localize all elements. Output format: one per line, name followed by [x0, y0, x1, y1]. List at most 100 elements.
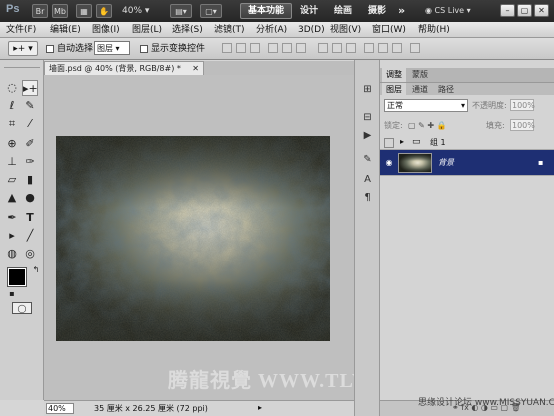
menu-window[interactable]: 窗口(W): [372, 23, 406, 37]
menu-bar: 文件(F) 编辑(E) 图像(I) 图层(L) 选择(S) 滤镜(T) 分析(A…: [0, 22, 554, 38]
swap-colors-icon[interactable]: ↰: [28, 262, 44, 278]
menu-image[interactable]: 图像(I): [92, 23, 120, 37]
align-right-icon[interactable]: [296, 43, 306, 53]
tab-channels[interactable]: 通道: [408, 83, 432, 96]
brush-panel-icon[interactable]: ✎: [360, 152, 375, 167]
zoom-level-select[interactable]: 40% ▾: [122, 4, 164, 18]
quick-mask-icon[interactable]: ◯: [12, 302, 32, 314]
character-panel-icon[interactable]: A: [360, 172, 375, 187]
distribute-top-icon[interactable]: [318, 43, 328, 53]
menu-select[interactable]: 选择(S): [172, 23, 203, 37]
menu-view[interactable]: 视图(V): [330, 23, 361, 37]
maximize-button[interactable]: ▢: [517, 4, 532, 17]
lock-label: 锁定:: [384, 121, 403, 130]
menu-analysis[interactable]: 分析(A): [256, 23, 287, 37]
blend-mode-select[interactable]: 正常 ▾: [384, 99, 468, 112]
crop-tool-icon[interactable]: ⌗: [4, 116, 20, 132]
line-tool-icon[interactable]: ╱: [22, 228, 38, 244]
align-left-icon[interactable]: [268, 43, 278, 53]
workspace-design-link[interactable]: 设计: [300, 3, 318, 19]
default-colors-icon[interactable]: ▪: [4, 286, 20, 302]
dodge-tool-icon[interactable]: ●: [22, 190, 38, 206]
3d-rotate-tool-icon[interactable]: ◍: [4, 246, 20, 262]
align-hcenter-icon[interactable]: [282, 43, 292, 53]
arrange-documents-icon[interactable]: ▤▾: [170, 4, 192, 18]
hand-tool-icon[interactable]: ✋: [96, 4, 112, 18]
menu-filter[interactable]: 滤镜(T): [214, 23, 245, 37]
distribute-hcenter-icon[interactable]: [378, 43, 388, 53]
toolbox-grip[interactable]: [4, 62, 40, 68]
wall-texture-image[interactable]: [56, 136, 330, 341]
workspace-photography-link[interactable]: 摄影: [368, 3, 386, 19]
workspace-essentials-button[interactable]: 基本功能: [240, 3, 292, 19]
actions-panel-icon[interactable]: ▶: [360, 128, 375, 143]
lock-icons[interactable]: ▢ ✎ ✚ 🔒: [408, 120, 447, 132]
fill-label: 填充:: [486, 121, 505, 130]
auto-select-checkbox[interactable]: [46, 45, 54, 53]
fill-field[interactable]: 100%: [510, 119, 535, 131]
close-button[interactable]: ✕: [534, 4, 549, 17]
paragraph-panel-icon[interactable]: ¶: [360, 190, 375, 205]
quick-selection-tool-icon[interactable]: ✎: [22, 98, 38, 114]
tab-adjustments[interactable]: 调整: [382, 68, 406, 82]
clone-stamp-tool-icon[interactable]: ⊥: [4, 154, 20, 170]
type-tool-icon[interactable]: T: [22, 210, 38, 226]
path-selection-tool-icon[interactable]: ▸: [4, 228, 20, 244]
tab-layers[interactable]: 图层: [382, 83, 406, 96]
layer-row-background[interactable]: ◉ 背景 ▪: [380, 150, 554, 176]
screen-mode-icon[interactable]: ▢▾: [200, 4, 222, 18]
mini-bridge-icon[interactable]: Mb: [52, 4, 68, 18]
cs-live-button[interactable]: ◉ CS Live ▾: [425, 4, 495, 18]
opacity-field[interactable]: 100%: [510, 99, 535, 111]
auto-align-layers-icon[interactable]: [410, 43, 420, 53]
brush-tool-icon[interactable]: ✐: [22, 136, 38, 152]
marquee-tool-icon[interactable]: ◌: [4, 80, 20, 96]
lasso-tool-icon[interactable]: ℓ: [4, 98, 20, 114]
pen-tool-icon[interactable]: ✒: [4, 210, 20, 226]
status-zoom-field[interactable]: 40%: [46, 403, 74, 414]
document-tab[interactable]: 墙面.psd @ 40% (背景, RGB/8#) * ✕: [44, 61, 204, 75]
eraser-tool-icon[interactable]: ▱: [4, 172, 20, 188]
distribute-right-icon[interactable]: [392, 43, 402, 53]
align-vcenter-icon[interactable]: [236, 43, 246, 53]
3d-orbit-tool-icon[interactable]: ◎: [22, 246, 38, 262]
minimize-button[interactable]: –: [500, 4, 515, 17]
menu-layer[interactable]: 图层(L): [132, 23, 162, 37]
cs-live-icon: ◉: [425, 6, 435, 15]
show-transform-controls-checkbox[interactable]: [140, 45, 148, 53]
bridge-icon[interactable]: Br: [32, 4, 48, 18]
align-top-icon[interactable]: [222, 43, 232, 53]
align-bottom-icon[interactable]: [250, 43, 260, 53]
expand-group-icon[interactable]: ▸: [400, 137, 404, 146]
foreground-color-swatch[interactable]: [7, 267, 27, 287]
distribute-left-icon[interactable]: [364, 43, 374, 53]
layers-tab-strip: 图层 通道 路径: [380, 82, 554, 96]
eye-icon[interactable]: ◉: [384, 158, 394, 168]
menu-edit[interactable]: 编辑(E): [50, 23, 81, 37]
tab-paths[interactable]: 路径: [434, 83, 458, 96]
tool-preset-picker[interactable]: ▸+ ▾: [8, 41, 38, 56]
history-brush-tool-icon[interactable]: ✑: [22, 154, 38, 170]
menu-file[interactable]: 文件(F): [6, 23, 36, 37]
layer-row-group[interactable]: ▸ ▭ 组 1: [380, 136, 554, 150]
eyedropper-tool-icon[interactable]: ⁄: [22, 116, 38, 132]
move-tool-icon[interactable]: ▸+: [22, 80, 38, 96]
blur-tool-icon[interactable]: ▲: [4, 190, 20, 206]
status-menu-icon[interactable]: ▸: [258, 403, 262, 412]
more-workspaces-button[interactable]: »: [398, 3, 405, 19]
navigator-panel-icon[interactable]: ⊞: [360, 82, 375, 97]
auto-select-target-select[interactable]: 图层 ▾: [94, 41, 130, 55]
history-panel-icon[interactable]: ⊟: [360, 110, 375, 125]
distribute-vcenter-icon[interactable]: [332, 43, 342, 53]
distribute-bottom-icon[interactable]: [346, 43, 356, 53]
close-document-icon[interactable]: ✕: [192, 62, 199, 75]
workspace-painting-link[interactable]: 绘画: [334, 3, 352, 19]
healing-brush-tool-icon[interactable]: ⊕: [4, 136, 20, 152]
menu-help[interactable]: 帮助(H): [418, 23, 450, 37]
visibility-toggle-icon[interactable]: [384, 138, 394, 148]
tab-masks[interactable]: 蒙版: [408, 68, 432, 82]
menu-3d[interactable]: 3D(D): [298, 23, 325, 37]
view-extras-icon[interactable]: ▦: [76, 4, 92, 18]
gradient-tool-icon[interactable]: ▮: [22, 172, 38, 188]
opacity-label: 不透明度:: [472, 101, 507, 110]
